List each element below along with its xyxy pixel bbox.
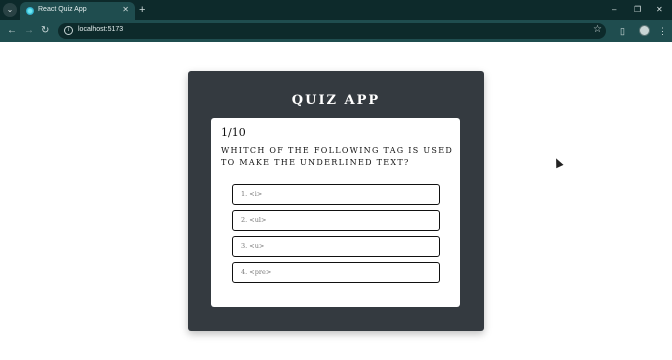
restore-button[interactable]: ❐	[634, 3, 641, 17]
reload-icon[interactable]: ↻	[41, 24, 49, 38]
react-logo-icon	[26, 7, 34, 15]
option-4-button[interactable]: 4. <pre>	[232, 262, 440, 283]
quiz-container: QUIZ APP 1/10 Whitch of the following ta…	[188, 71, 484, 331]
tab-search-button[interactable]: ⌄	[3, 3, 17, 17]
minimize-button[interactable]: –	[612, 3, 616, 17]
profile-avatar-icon[interactable]	[639, 25, 650, 36]
site-info-icon[interactable]: i	[64, 26, 73, 35]
forward-arrow-icon[interactable]: →	[24, 24, 34, 38]
bookmark-star-icon[interactable]: ☆	[593, 24, 602, 35]
side-panel-icon[interactable]: ▯	[620, 24, 625, 38]
tab-title: React Quiz App	[38, 6, 87, 13]
question-counter: 1/10	[221, 126, 246, 139]
toolbar: ← → ↻ i localhost:5173 ☆ ▯ ⋮	[0, 20, 672, 42]
url-text[interactable]: localhost:5173	[78, 26, 123, 33]
page-viewport: QUIZ APP 1/10 Whitch of the following ta…	[0, 42, 672, 360]
address-bar[interactable]: i localhost:5173 ☆	[58, 23, 606, 39]
option-3-button[interactable]: 3. <u>	[232, 236, 440, 257]
question-card: 1/10 Whitch of the following tag is used…	[211, 118, 460, 307]
tab-strip: ⌄ React Quiz App ✕ + – ❐ ✕	[0, 0, 672, 20]
back-arrow-icon[interactable]: ←	[7, 24, 17, 38]
new-tab-button[interactable]: +	[139, 3, 145, 17]
option-1-button[interactable]: 1. <i>	[232, 184, 440, 205]
app-title: QUIZ APP	[291, 93, 381, 108]
tab-close-icon[interactable]: ✕	[122, 5, 129, 14]
option-2-button[interactable]: 2. <ul>	[232, 210, 440, 231]
active-tab[interactable]: React Quiz App ✕	[20, 2, 135, 20]
question-text: Whitch of the following tag is used to m…	[221, 146, 454, 167]
close-window-button[interactable]: ✕	[656, 3, 663, 17]
menu-kebab-icon[interactable]: ⋮	[658, 24, 667, 38]
